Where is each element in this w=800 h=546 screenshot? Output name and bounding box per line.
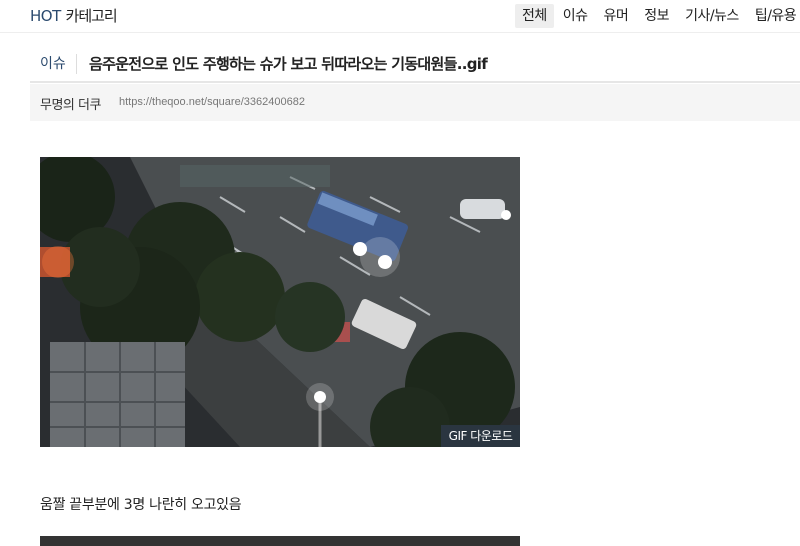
tab-news[interactable]: 기사/뉴스 (678, 4, 746, 28)
tab-all[interactable]: 전체 (515, 4, 554, 28)
post-title: 음주운전으로 인도 주행하는 슈가 보고 뒤따라오는 기동대원들..gif (89, 55, 488, 73)
next-image-preview (40, 536, 520, 546)
tab-issue[interactable]: 이슈 (556, 4, 595, 28)
post-caption: 움짤 끝부분에 3명 나란히 오고있음 (40, 497, 242, 513)
post-author: 무명의 더쿠 (40, 98, 101, 113)
category-nav: 전체 이슈 유머 정보 기사/뉴스 팁/유용 (515, 4, 800, 28)
category-label: 카테고리 (65, 7, 118, 25)
hot-category-title[interactable]: HOT 카테고리 (30, 5, 118, 26)
tab-info[interactable]: 정보 (637, 4, 676, 28)
tab-humor[interactable]: 유머 (597, 4, 636, 28)
hot-label: HOT (30, 7, 61, 25)
post-info-bar: 무명의 더쿠 https://theqoo.net/square/3362400… (30, 84, 800, 121)
gif-download-button[interactable]: GIF 다운로드 (441, 425, 520, 447)
post-subject: 이슈 음주운전으로 인도 주행하는 슈가 보고 뒤따라오는 기동대원들..gif (30, 41, 800, 83)
top-bar: HOT 카테고리 전체 이슈 유머 정보 기사/뉴스 팁/유용 (0, 0, 800, 33)
gif-image[interactable]: GIF 다운로드 (40, 157, 520, 447)
post-category-tag[interactable]: 이슈 (40, 54, 77, 74)
cctv-night-street-image (40, 157, 520, 447)
post-url[interactable]: https://theqoo.net/square/3362400682 (119, 96, 305, 108)
tab-tips[interactable]: 팁/유용 (748, 4, 800, 28)
